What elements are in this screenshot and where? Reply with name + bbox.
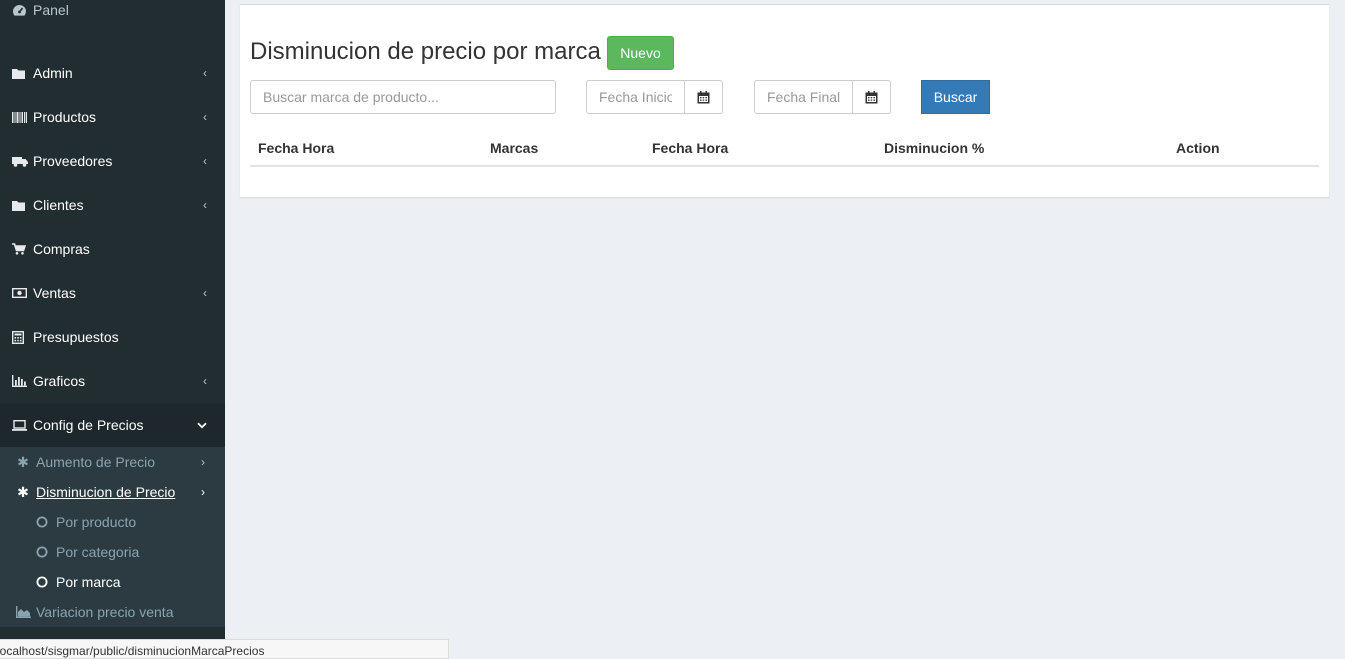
submenu-item-label: Disminucion de Precio bbox=[36, 484, 176, 500]
barcode-icon bbox=[12, 111, 29, 123]
sidebar-item-config-de-precios[interactable]: Config de Precios bbox=[0, 403, 225, 447]
submenu-item-label: Por categoria bbox=[56, 544, 140, 560]
sidebar-item-clientes[interactable]: Clientes ‹ bbox=[0, 183, 225, 227]
sidebar: Panel Admin ‹ Productos ‹ Proveedores ‹ … bbox=[0, 0, 225, 655]
chevron-left-icon: ‹ bbox=[203, 198, 207, 212]
end-date-input[interactable] bbox=[754, 80, 852, 114]
calendar-icon[interactable] bbox=[852, 80, 891, 114]
sidebar-item-label: Presupuestos bbox=[33, 329, 119, 345]
browser-status-url: localhost/sisgmar/public/disminucionMarc… bbox=[0, 639, 449, 659]
chevron-left-icon: ‹ bbox=[203, 110, 207, 124]
asterisk-icon: ✱ bbox=[17, 453, 29, 470]
new-button[interactable]: Nuevo bbox=[607, 36, 674, 70]
sidebar-item-admin[interactable]: Admin ‹ bbox=[0, 51, 225, 95]
submenu-item-por-categoria[interactable]: Por categoria bbox=[0, 537, 225, 567]
submenu-item-por-marca[interactable]: Por marca bbox=[0, 567, 225, 597]
sidebar-item-compras[interactable]: Compras bbox=[0, 227, 225, 271]
truck-icon bbox=[12, 156, 29, 167]
chevron-left-icon: ‹ bbox=[203, 154, 207, 168]
sidebar-item-label: Proveedores bbox=[33, 153, 113, 169]
chevron-right-icon: › bbox=[201, 485, 205, 499]
sidebar-item-proveedores[interactable]: Proveedores ‹ bbox=[0, 139, 225, 183]
sidebar-item-label: Compras bbox=[33, 241, 90, 257]
page-title: Disminucion de precio por marca bbox=[250, 38, 601, 65]
search-input[interactable] bbox=[250, 80, 556, 114]
sidebar-item-presupuestos[interactable]: Presupuestos bbox=[0, 315, 225, 359]
submenu-item-disminucion-de-precio[interactable]: ✱ Disminucion de Precio › bbox=[0, 477, 225, 507]
sidebar-item-graficos[interactable]: Graficos ‹ bbox=[0, 359, 225, 403]
chevron-down-icon bbox=[197, 418, 207, 432]
column-header[interactable]: Action bbox=[1176, 140, 1220, 156]
sidebar-item-label: Ventas bbox=[33, 285, 76, 301]
sidebar-item-productos[interactable]: Productos ‹ bbox=[0, 95, 225, 139]
submenu-item-label: Aumento de Precio bbox=[36, 454, 156, 470]
submenu-item-label: Variacion precio venta bbox=[36, 604, 174, 620]
config-precios-submenu: ✱ Aumento de Precio › ✱ Disminucion de P… bbox=[0, 447, 225, 627]
chevron-left-icon: ‹ bbox=[203, 286, 207, 300]
chevron-right-icon: › bbox=[201, 455, 205, 469]
calendar-icon[interactable] bbox=[684, 80, 723, 114]
column-header[interactable]: Marcas bbox=[490, 140, 538, 156]
folder-icon bbox=[12, 68, 29, 79]
content-box: Disminucion de precio por marca Nuevo Bu… bbox=[240, 4, 1329, 197]
money-icon bbox=[12, 288, 29, 298]
submenu-item-variacion-precio-venta[interactable]: Variacion precio venta bbox=[0, 597, 225, 627]
circle-outline-icon bbox=[32, 576, 52, 588]
column-header[interactable]: Fecha Hora bbox=[652, 140, 728, 156]
area-chart-icon bbox=[13, 606, 33, 618]
results-table-header: Fecha Hora Marcas Fecha Hora Disminucion… bbox=[250, 132, 1319, 167]
start-date-picker bbox=[586, 80, 723, 114]
calculator-icon bbox=[12, 330, 29, 344]
chevron-left-icon: ‹ bbox=[203, 374, 207, 388]
submenu-item-por-producto[interactable]: Por producto bbox=[0, 507, 225, 537]
sidebar-item-ventas[interactable]: Ventas ‹ bbox=[0, 271, 225, 315]
sidebar-item-label: Productos bbox=[33, 109, 97, 125]
sidebar-item-label: Clientes bbox=[33, 197, 84, 213]
column-header[interactable]: Disminucion % bbox=[884, 140, 984, 156]
shopping-cart-icon bbox=[12, 243, 29, 255]
start-date-input[interactable] bbox=[586, 80, 684, 114]
submenu-item-aumento-de-precio[interactable]: ✱ Aumento de Precio › bbox=[0, 447, 225, 477]
column-header[interactable]: Fecha Hora bbox=[258, 140, 334, 156]
status-url-text: localhost/sisgmar/public/disminucionMarc… bbox=[0, 644, 265, 658]
chevron-left-icon: ‹ bbox=[203, 66, 207, 80]
laptop-icon bbox=[12, 419, 29, 431]
sidebar-item-label: Panel bbox=[33, 2, 69, 18]
asterisk-icon: ✱ bbox=[17, 483, 29, 500]
dashboard-icon bbox=[12, 4, 29, 17]
folder-icon bbox=[12, 200, 29, 211]
sidebar-item-label: Admin bbox=[33, 65, 73, 81]
end-date-picker bbox=[754, 80, 891, 114]
sidebar-item-label: Graficos bbox=[33, 373, 86, 389]
sidebar-item-panel[interactable]: Panel bbox=[0, 0, 225, 32]
submenu-item-label: Por producto bbox=[56, 514, 137, 530]
submenu-item-label: Por marca bbox=[56, 574, 121, 590]
sidebar-item-label: Config de Precios bbox=[33, 417, 144, 433]
circle-outline-icon bbox=[32, 546, 52, 558]
circle-outline-icon bbox=[32, 516, 52, 528]
search-button[interactable]: Buscar bbox=[921, 80, 990, 114]
bar-chart-icon bbox=[12, 375, 29, 387]
